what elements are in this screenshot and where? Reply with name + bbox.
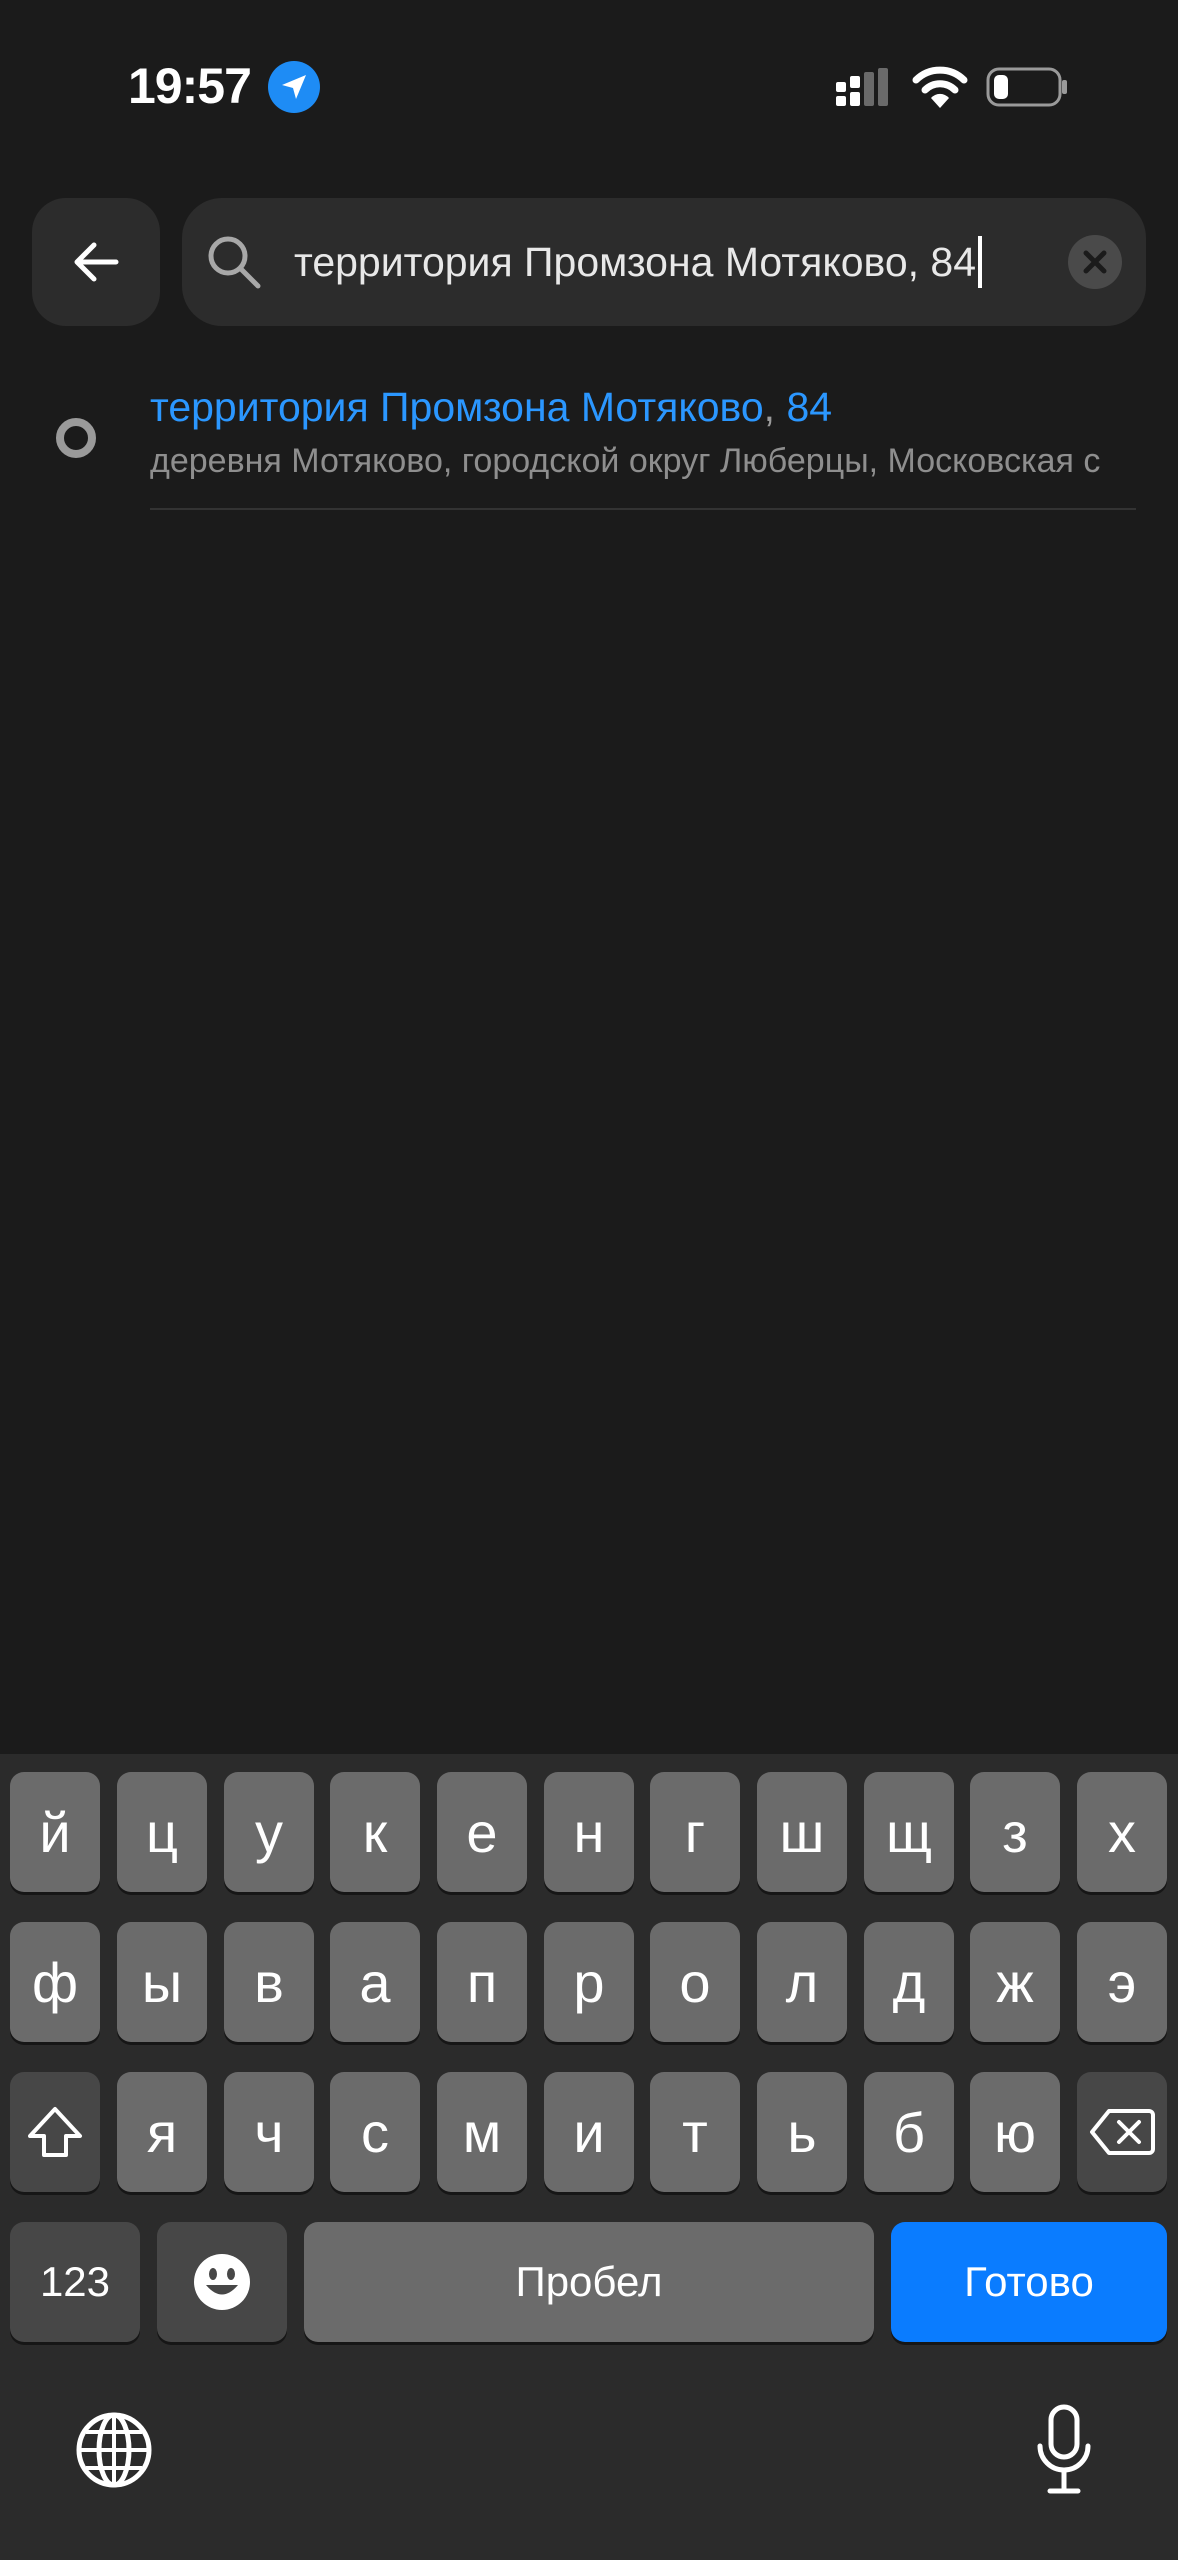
emoji-icon	[194, 2254, 250, 2310]
arrow-left-icon	[74, 242, 119, 282]
search-input-text: территория Промзона Мотяково, 84	[294, 239, 977, 285]
key[interactable]: п	[437, 1922, 527, 2042]
key[interactable]: ж	[970, 1922, 1060, 2042]
key[interactable]: е	[437, 1772, 527, 1892]
keyboard-row-2: ф ы в а п р о л д ж э	[0, 1922, 1178, 2042]
key[interactable]: з	[970, 1772, 1060, 1892]
key[interactable]: й	[10, 1772, 100, 1892]
back-button[interactable]	[32, 198, 160, 326]
key[interactable]: г	[650, 1772, 740, 1892]
emoji-key[interactable]	[157, 2222, 287, 2342]
key[interactable]: ш	[757, 1772, 847, 1892]
keyboard-row-3: я ч с м и т ь б ю	[0, 2072, 1178, 2192]
key[interactable]: н	[544, 1772, 634, 1892]
key[interactable]: у	[224, 1772, 314, 1892]
done-key[interactable]: Готово	[891, 2222, 1167, 2342]
battery-icon	[986, 67, 1067, 107]
keyboard-row-1: й ц у к е н г ш щ з х	[0, 1772, 1178, 1892]
key[interactable]: ц	[117, 1772, 207, 1892]
clear-button[interactable]	[1068, 235, 1122, 289]
backspace-icon	[1090, 2109, 1155, 2155]
search-field[interactable]: территория Промзона Мотяково, 84	[182, 198, 1146, 326]
wifi-icon	[912, 66, 968, 108]
search-input[interactable]: территория Промзона Мотяково, 84	[294, 198, 983, 326]
key[interactable]: и	[544, 2072, 634, 2192]
key[interactable]: м	[437, 2072, 527, 2192]
keyboard: й ц у к е н г ш щ з х ф ы в а п р о л д …	[0, 1754, 1178, 2560]
key[interactable]: т	[650, 2072, 740, 2192]
key[interactable]: в	[224, 1922, 314, 2042]
close-icon	[1083, 250, 1107, 274]
location-arrow-icon	[268, 61, 320, 113]
key[interactable]: ч	[224, 2072, 314, 2192]
globe-icon[interactable]	[74, 2410, 154, 2490]
result-subtitle: деревня Мотяково, городской округ Люберц…	[150, 442, 1101, 480]
numbers-key[interactable]: 123	[10, 2222, 140, 2342]
search-icon	[208, 236, 261, 289]
key[interactable]: о	[650, 1922, 740, 2042]
result-title-match: территория Промзона Мотяково	[150, 384, 764, 430]
key[interactable]: э	[1077, 1922, 1167, 2042]
key[interactable]: б	[864, 2072, 954, 2192]
search-result-item[interactable]: территория Промзона Мотяково, 84 деревня…	[0, 370, 1178, 510]
key[interactable]: х	[1077, 1772, 1167, 1892]
key[interactable]: щ	[864, 1772, 954, 1892]
place-marker-icon	[56, 418, 96, 458]
key[interactable]: ь	[757, 2072, 847, 2192]
key[interactable]: к	[330, 1772, 420, 1892]
key[interactable]: ы	[117, 1922, 207, 2042]
key[interactable]: л	[757, 1922, 847, 2042]
microphone-icon[interactable]	[1034, 2404, 1094, 2496]
result-title-separator: ,	[763, 384, 787, 430]
status-time: 19:57	[128, 58, 252, 114]
result-title-number: 84	[786, 384, 833, 430]
divider	[150, 508, 1136, 510]
key[interactable]: а	[330, 1922, 420, 2042]
key[interactable]: ю	[970, 2072, 1060, 2192]
backspace-key[interactable]	[1077, 2072, 1167, 2192]
shift-key[interactable]	[10, 2072, 100, 2192]
text-caret	[978, 236, 983, 289]
keyboard-row-4: 123 Пробел Готово	[0, 2222, 1178, 2342]
key[interactable]: ф	[10, 1922, 100, 2042]
key[interactable]: с	[330, 2072, 420, 2192]
space-key[interactable]: Пробел	[304, 2222, 874, 2342]
key[interactable]: р	[544, 1922, 634, 2042]
shift-icon	[28, 2107, 82, 2157]
cellular-signal-icon	[836, 68, 888, 106]
key[interactable]: д	[864, 1922, 954, 2042]
key[interactable]: я	[117, 2072, 207, 2192]
result-title: территория Промзона Мотяково, 84	[150, 384, 832, 431]
